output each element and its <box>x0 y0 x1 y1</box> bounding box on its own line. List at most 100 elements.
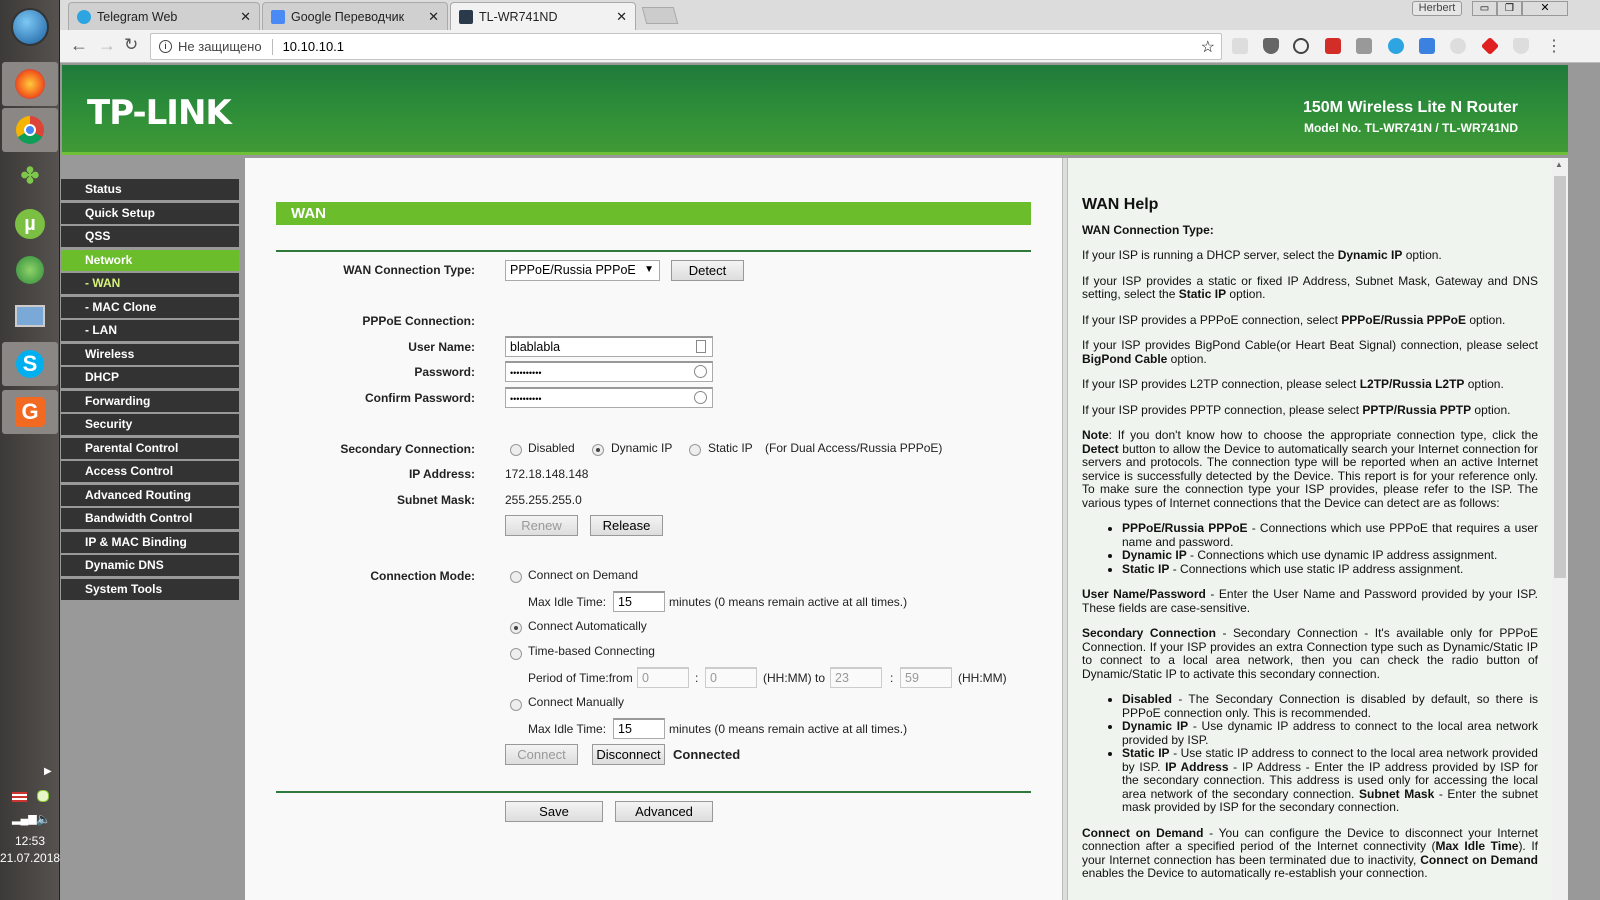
translate-extension-icon[interactable] <box>1419 38 1435 54</box>
firefox-icon[interactable] <box>2 62 58 106</box>
pdf-icon[interactable]: G <box>2 390 58 434</box>
help-scrollbar[interactable]: ▲ <box>1552 158 1568 900</box>
lastpass-icon[interactable] <box>1325 38 1341 54</box>
forward-icon[interactable]: → <box>98 35 116 56</box>
app-tray-icon[interactable] <box>37 790 49 802</box>
scroll-up-icon[interactable]: ▲ <box>1555 160 1563 169</box>
secondary-dynamic-ip-label[interactable]: Dynamic IP <box>611 441 672 455</box>
user-name-input[interactable]: blablabla <box>505 336 713 357</box>
menu-wan[interactable]: - WAN <box>61 273 239 294</box>
utorrent-icon[interactable]: µ <box>2 202 58 246</box>
address-bar[interactable]: i Не защищено 10.10.10.1 ☆ <box>150 33 1222 60</box>
language-flag-icon[interactable] <box>12 792 27 802</box>
advanced-button[interactable]: Advanced <box>615 801 713 822</box>
renew-button[interactable]: Renew <box>505 515 578 536</box>
close-window-button[interactable]: ✕ <box>1522 1 1568 16</box>
tab-telegram[interactable]: Telegram Web ✕ <box>68 2 260 30</box>
menu-parental-control[interactable]: Parental Control <box>61 437 239 459</box>
confirm-password-input[interactable]: •••••••••• <box>505 387 713 408</box>
computer-icon[interactable] <box>2 294 58 338</box>
menu-mac-clone[interactable]: - MAC Clone <box>61 296 239 318</box>
telegram-extension-icon[interactable] <box>1388 38 1404 54</box>
connect-on-demand-radio[interactable] <box>510 571 522 583</box>
from-minute-input[interactable]: 0 <box>705 667 757 688</box>
close-tab-icon[interactable]: ✕ <box>240 9 251 25</box>
network-signal-icon[interactable]: ▂▄▆ <box>12 812 37 825</box>
extension-cursor-icon[interactable] <box>1232 38 1248 54</box>
menu-wireless[interactable]: Wireless <box>61 343 239 365</box>
back-icon[interactable]: ← <box>70 35 88 56</box>
shield-extension-icon[interactable] <box>1513 38 1529 54</box>
globe-icon[interactable] <box>2 248 58 292</box>
connect-automatically-label[interactable]: Connect Automatically <box>528 619 647 633</box>
red-diamond-extension-icon[interactable] <box>1480 36 1500 56</box>
save-button[interactable]: Save <box>505 801 603 822</box>
minimize-button[interactable]: ▭ <box>1472 1 1497 16</box>
chrome-icon[interactable] <box>2 108 58 152</box>
menu-bandwidth-control[interactable]: Bandwidth Control <box>61 508 239 529</box>
bookmark-star-icon[interactable]: ☆ <box>1201 37 1215 57</box>
secondary-connection-label: Secondary Connection: <box>340 442 475 456</box>
disconnect-button[interactable]: Disconnect <box>592 744 665 765</box>
secondary-static-ip-radio[interactable] <box>689 444 701 456</box>
to-hour-input[interactable]: 23 <box>830 667 882 688</box>
clock-date[interactable]: 21.07.2018 <box>0 851 60 865</box>
menu-qss[interactable]: QSS <box>61 226 239 247</box>
menu-network[interactable]: Network <box>61 249 239 271</box>
menu-status[interactable]: Status <box>61 179 239 200</box>
release-button[interactable]: Release <box>590 515 663 536</box>
close-tab-icon[interactable]: ✕ <box>616 9 627 25</box>
menu-lan[interactable]: - LAN <box>61 320 239 341</box>
skype-icon[interactable]: S <box>2 342 58 386</box>
profile-button[interactable]: Herbert <box>1412 1 1462 16</box>
tray-expand-icon[interactable]: ▶ <box>44 766 52 777</box>
connect-automatically-radio[interactable] <box>510 622 522 634</box>
detect-button[interactable]: Detect <box>671 260 744 281</box>
confirm-password-value: •••••••••• <box>510 394 542 404</box>
connect-manually-label[interactable]: Connect Manually <box>528 695 624 709</box>
new-tab-button[interactable] <box>641 7 679 24</box>
security-label[interactable]: Не защищено <box>178 39 262 54</box>
ublock-icon[interactable] <box>1263 38 1279 54</box>
connect-on-demand-label[interactable]: Connect on Demand <box>528 568 638 582</box>
gray-extension-icon[interactable] <box>1450 38 1466 54</box>
secondary-disabled-label[interactable]: Disabled <box>528 441 575 455</box>
start-button[interactable] <box>11 8 49 46</box>
menu-ip-mac-binding[interactable]: IP & MAC Binding <box>61 531 239 553</box>
scrollbar-thumb[interactable] <box>1554 176 1566 578</box>
secondary-disabled-radio[interactable] <box>510 444 522 456</box>
maximize-button[interactable]: ❐ <box>1497 1 1522 16</box>
max-idle-time-input-demand[interactable]: 15 <box>613 591 665 612</box>
volume-icon[interactable]: 🔈 <box>36 812 51 826</box>
menu-advanced-routing[interactable]: Advanced Routing <box>61 484 239 506</box>
to-minute-input[interactable]: 59 <box>900 667 952 688</box>
menu-security[interactable]: Security <box>61 414 239 435</box>
info-icon[interactable]: i <box>159 40 172 53</box>
url-text[interactable]: 10.10.10.1 <box>283 39 344 54</box>
menu-access-control[interactable]: Access Control <box>61 461 239 482</box>
tab-google-translate[interactable]: Google Переводчик ✕ <box>262 2 448 30</box>
clover-icon[interactable]: ✤ <box>2 154 58 198</box>
menu-kebab-icon[interactable]: ⋮ <box>1546 36 1562 56</box>
menu-quick-setup[interactable]: Quick Setup <box>61 202 239 224</box>
time-based-radio[interactable] <box>510 648 522 660</box>
wan-connection-type-select[interactable]: PPPoE/Russia PPPoE ▼ <box>505 260 660 281</box>
menu-forwarding[interactable]: Forwarding <box>61 390 239 412</box>
max-idle-time-input-manual[interactable]: 15 <box>613 718 665 739</box>
menu-dynamic-dns[interactable]: Dynamic DNS <box>61 555 239 576</box>
connect-manually-radio[interactable] <box>510 699 522 711</box>
secondary-dynamic-ip-radio[interactable] <box>592 444 604 456</box>
reload-icon[interactable]: ↻ <box>124 35 138 55</box>
time-based-label[interactable]: Time-based Connecting <box>528 644 655 658</box>
secondary-static-ip-label[interactable]: Static IP <box>708 441 753 455</box>
menu-dhcp[interactable]: DHCP <box>61 367 239 388</box>
from-hour-input[interactable]: 0 <box>637 667 689 688</box>
clock-time[interactable]: 12:53 <box>0 834 60 848</box>
close-tab-icon[interactable]: ✕ <box>428 9 439 25</box>
connect-button[interactable]: Connect <box>505 744 578 765</box>
search-extension-icon[interactable] <box>1293 38 1309 54</box>
tab-router[interactable]: TL-WR741ND ✕ <box>450 2 636 30</box>
password-input[interactable]: •••••••••• <box>505 361 713 382</box>
cast-icon[interactable] <box>1356 38 1372 54</box>
menu-system-tools[interactable]: System Tools <box>61 578 239 600</box>
